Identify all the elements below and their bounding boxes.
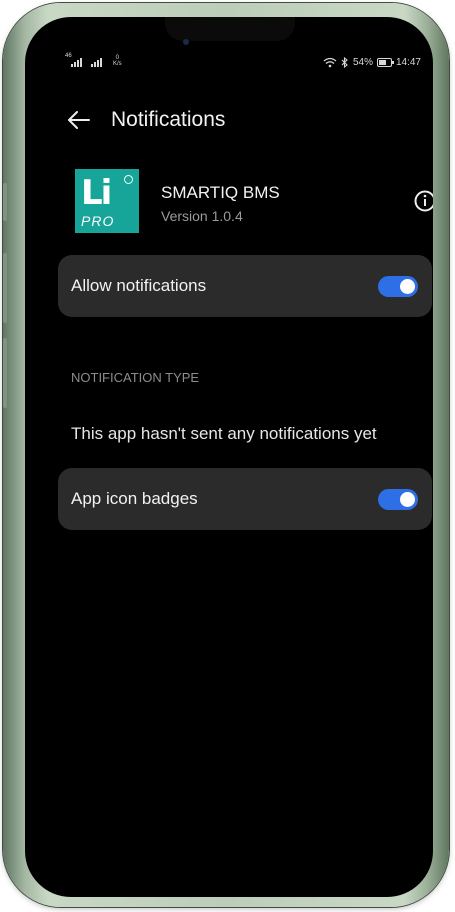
status-bar-left: 46 0 K/s bbox=[65, 53, 122, 67]
status-bar-right: 54% 14:47 bbox=[323, 57, 421, 68]
allow-notifications-label: Allow notifications bbox=[71, 276, 207, 295]
empty-notifications-message: This app hasn't sent any notifications y… bbox=[71, 424, 377, 443]
registered-mark-icon bbox=[124, 175, 133, 184]
battery-icon bbox=[376, 58, 394, 67]
network-type-label: 46 bbox=[65, 53, 72, 59]
arrow-left-icon bbox=[68, 111, 90, 129]
page-title: Notifications bbox=[111, 108, 226, 131]
phone-frame: 46 0 K/s 54% 14:47 Notifications Li PRO … bbox=[3, 3, 449, 907]
side-button-volume-down bbox=[3, 338, 7, 408]
app-version: Version 1.0.4 bbox=[161, 208, 243, 224]
battery-percent: 54% bbox=[352, 57, 373, 68]
section-title: NOTIFICATION TYPE bbox=[71, 370, 200, 385]
signal-icon-2 bbox=[89, 57, 107, 67]
bluetooth-icon bbox=[341, 57, 348, 68]
speed-unit: K/s bbox=[113, 61, 122, 67]
app-info-button[interactable] bbox=[413, 189, 433, 213]
signal-icon: 46 bbox=[65, 53, 83, 67]
app-logo-text: Li bbox=[81, 173, 112, 213]
info-circle-icon bbox=[414, 190, 433, 212]
app-icon-badges-toggle[interactable] bbox=[378, 489, 418, 510]
app-bar: Notifications bbox=[65, 103, 225, 137]
toggle-knob bbox=[400, 492, 415, 507]
app-icon-badges-row[interactable]: App icon badges bbox=[58, 468, 432, 530]
allow-notifications-row[interactable]: Allow notifications bbox=[58, 255, 432, 317]
clock: 14:47 bbox=[395, 57, 421, 68]
side-button-top bbox=[3, 183, 7, 221]
app-name: SMARTIQ BMS bbox=[161, 183, 280, 202]
status-bar: 46 0 K/s 54% 14:47 bbox=[65, 53, 421, 71]
network-speed: 0 K/s bbox=[113, 55, 122, 67]
allow-notifications-toggle[interactable] bbox=[378, 276, 418, 297]
toggle-knob bbox=[400, 279, 415, 294]
front-camera bbox=[183, 39, 189, 45]
side-button-volume-up bbox=[3, 253, 7, 323]
back-button[interactable] bbox=[65, 106, 93, 134]
app-logo: Li PRO bbox=[75, 169, 139, 233]
app-logo-subtext: PRO bbox=[81, 213, 115, 229]
screen: 46 0 K/s 54% 14:47 Notifications Li PRO … bbox=[25, 17, 433, 897]
wifi-icon bbox=[323, 57, 337, 67]
app-icon-badges-label: App icon badges bbox=[71, 489, 198, 508]
app-info: Li PRO SMARTIQ BMS Version 1.0.4 bbox=[75, 169, 433, 235]
notch bbox=[165, 17, 295, 41]
